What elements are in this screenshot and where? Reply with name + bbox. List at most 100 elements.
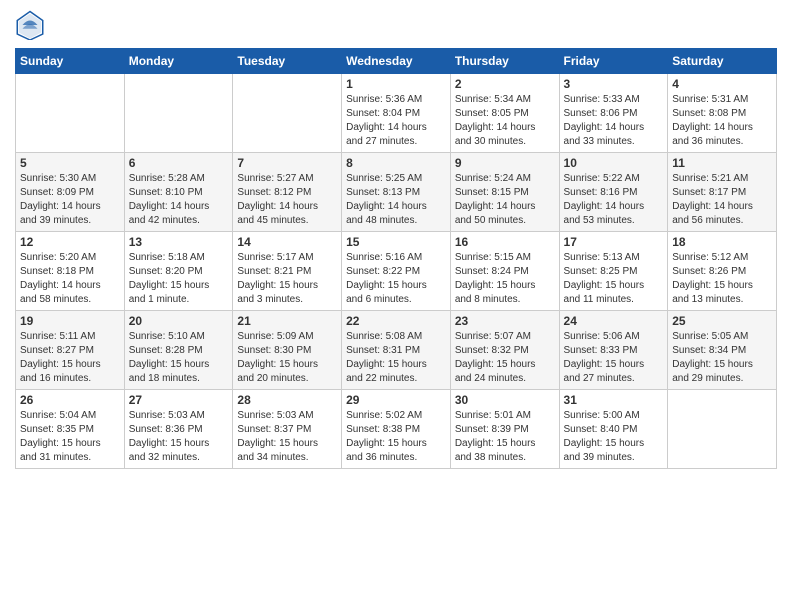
day-info: Sunrise: 5:33 AM Sunset: 8:06 PM Dayligh… <box>564 93 664 149</box>
day-number: 16 <box>455 235 555 249</box>
day-number: 27 <box>129 393 229 407</box>
calendar-cell: 9 Sunrise: 5:24 AM Sunset: 8:15 PM Daylig… <box>450 153 559 232</box>
calendar-cell: 1 Sunrise: 5:36 AM Sunset: 8:04 PM Daylig… <box>342 74 451 153</box>
day-info: Sunrise: 5:12 AM Sunset: 8:26 PM Dayligh… <box>672 251 772 307</box>
weekday-header-wednesday: Wednesday <box>342 49 451 74</box>
day-info: Sunrise: 5:24 AM Sunset: 8:15 PM Dayligh… <box>455 172 555 228</box>
calendar-cell <box>233 74 342 153</box>
day-number: 3 <box>564 77 664 91</box>
calendar-cell: 6 Sunrise: 5:28 AM Sunset: 8:10 PM Daylig… <box>124 153 233 232</box>
calendar-cell: 23 Sunrise: 5:07 AM Sunset: 8:32 PM Dayli… <box>450 311 559 390</box>
day-info: Sunrise: 5:20 AM Sunset: 8:18 PM Dayligh… <box>20 251 120 307</box>
calendar-cell: 27 Sunrise: 5:03 AM Sunset: 8:36 PM Dayli… <box>124 390 233 469</box>
calendar-cell: 3 Sunrise: 5:33 AM Sunset: 8:06 PM Daylig… <box>559 74 668 153</box>
weekday-header-sunday: Sunday <box>16 49 125 74</box>
day-number: 21 <box>237 314 337 328</box>
calendar-week-row: 1 Sunrise: 5:36 AM Sunset: 8:04 PM Daylig… <box>16 74 777 153</box>
calendar-cell: 11Sunrise: 5:21 AM Sunset: 8:17 PM Dayli… <box>668 153 777 232</box>
day-number: 13 <box>129 235 229 249</box>
calendar-cell: 26 Sunrise: 5:04 AM Sunset: 8:35 PM Dayli… <box>16 390 125 469</box>
day-info: Sunrise: 5:31 AM Sunset: 8:08 PM Dayligh… <box>672 93 772 149</box>
day-info: Sunrise: 5:36 AM Sunset: 8:04 PM Dayligh… <box>346 93 446 149</box>
calendar-week-row: 5Sunrise: 5:30 AM Sunset: 8:09 PM Daylig… <box>16 153 777 232</box>
calendar-cell: 22 Sunrise: 5:08 AM Sunset: 8:31 PM Dayli… <box>342 311 451 390</box>
day-number: 30 <box>455 393 555 407</box>
day-info: Sunrise: 5:28 AM Sunset: 8:10 PM Dayligh… <box>129 172 229 228</box>
day-info: Sunrise: 5:08 AM Sunset: 8:31 PM Dayligh… <box>346 330 446 386</box>
day-number: 6 <box>129 156 229 170</box>
calendar-cell: 10 Sunrise: 5:22 AM Sunset: 8:16 PM Dayli… <box>559 153 668 232</box>
day-info: Sunrise: 5:22 AM Sunset: 8:16 PM Dayligh… <box>564 172 664 228</box>
day-info: Sunrise: 5:17 AM Sunset: 8:21 PM Dayligh… <box>237 251 337 307</box>
calendar-cell: 18 Sunrise: 5:12 AM Sunset: 8:26 PM Dayli… <box>668 232 777 311</box>
calendar-cell: 15 Sunrise: 5:16 AM Sunset: 8:22 PM Dayli… <box>342 232 451 311</box>
day-number: 20 <box>129 314 229 328</box>
calendar-cell: 4Sunrise: 5:31 AM Sunset: 8:08 PM Daylig… <box>668 74 777 153</box>
day-number: 15 <box>346 235 446 249</box>
day-info: Sunrise: 5:01 AM Sunset: 8:39 PM Dayligh… <box>455 409 555 465</box>
calendar-cell: 21 Sunrise: 5:09 AM Sunset: 8:30 PM Dayli… <box>233 311 342 390</box>
calendar-cell: 20 Sunrise: 5:10 AM Sunset: 8:28 PM Dayli… <box>124 311 233 390</box>
day-number: 19 <box>20 314 120 328</box>
calendar-cell: 14 Sunrise: 5:17 AM Sunset: 8:21 PM Dayli… <box>233 232 342 311</box>
weekday-header-monday: Monday <box>124 49 233 74</box>
calendar-cell: 17 Sunrise: 5:13 AM Sunset: 8:25 PM Dayli… <box>559 232 668 311</box>
day-number: 28 <box>237 393 337 407</box>
day-info: Sunrise: 5:07 AM Sunset: 8:32 PM Dayligh… <box>455 330 555 386</box>
calendar-cell <box>16 74 125 153</box>
day-info: Sunrise: 5:11 AM Sunset: 8:27 PM Dayligh… <box>20 330 120 386</box>
day-info: Sunrise: 5:05 AM Sunset: 8:34 PM Dayligh… <box>672 330 772 386</box>
day-number: 1 <box>346 77 446 91</box>
day-number: 17 <box>564 235 664 249</box>
calendar-week-row: 26 Sunrise: 5:04 AM Sunset: 8:35 PM Dayli… <box>16 390 777 469</box>
logo-icon <box>15 10 45 40</box>
day-info: Sunrise: 5:10 AM Sunset: 8:28 PM Dayligh… <box>129 330 229 386</box>
day-info: Sunrise: 5:16 AM Sunset: 8:22 PM Dayligh… <box>346 251 446 307</box>
weekday-header-row: SundayMondayTuesdayWednesdayThursdayFrid… <box>16 49 777 74</box>
weekday-header-saturday: Saturday <box>668 49 777 74</box>
day-number: 23 <box>455 314 555 328</box>
day-info: Sunrise: 5:21 AM Sunset: 8:17 PM Dayligh… <box>672 172 772 228</box>
calendar-week-row: 19 Sunrise: 5:11 AM Sunset: 8:27 PM Dayli… <box>16 311 777 390</box>
day-info: Sunrise: 5:18 AM Sunset: 8:20 PM Dayligh… <box>129 251 229 307</box>
day-number: 25 <box>672 314 772 328</box>
calendar-cell <box>124 74 233 153</box>
calendar-cell: 13 Sunrise: 5:18 AM Sunset: 8:20 PM Dayli… <box>124 232 233 311</box>
calendar-cell: 29 Sunrise: 5:02 AM Sunset: 8:38 PM Dayli… <box>342 390 451 469</box>
day-number: 18 <box>672 235 772 249</box>
calendar-cell: 7Sunrise: 5:27 AM Sunset: 8:12 PM Daylig… <box>233 153 342 232</box>
day-number: 22 <box>346 314 446 328</box>
calendar-cell: 19 Sunrise: 5:11 AM Sunset: 8:27 PM Dayli… <box>16 311 125 390</box>
day-number: 29 <box>346 393 446 407</box>
day-info: Sunrise: 5:02 AM Sunset: 8:38 PM Dayligh… <box>346 409 446 465</box>
calendar-week-row: 12 Sunrise: 5:20 AM Sunset: 8:18 PM Dayli… <box>16 232 777 311</box>
weekday-header-tuesday: Tuesday <box>233 49 342 74</box>
day-number: 5 <box>20 156 120 170</box>
day-number: 10 <box>564 156 664 170</box>
day-number: 26 <box>20 393 120 407</box>
calendar-cell: 2Sunrise: 5:34 AM Sunset: 8:05 PM Daylig… <box>450 74 559 153</box>
day-number: 8 <box>346 156 446 170</box>
day-info: Sunrise: 5:15 AM Sunset: 8:24 PM Dayligh… <box>455 251 555 307</box>
day-number: 9 <box>455 156 555 170</box>
day-number: 2 <box>455 77 555 91</box>
day-info: Sunrise: 5:09 AM Sunset: 8:30 PM Dayligh… <box>237 330 337 386</box>
weekday-header-thursday: Thursday <box>450 49 559 74</box>
day-number: 31 <box>564 393 664 407</box>
day-info: Sunrise: 5:04 AM Sunset: 8:35 PM Dayligh… <box>20 409 120 465</box>
day-info: Sunrise: 5:13 AM Sunset: 8:25 PM Dayligh… <box>564 251 664 307</box>
calendar-cell: 31Sunrise: 5:00 AM Sunset: 8:40 PM Dayli… <box>559 390 668 469</box>
day-number: 14 <box>237 235 337 249</box>
calendar-cell: 30 Sunrise: 5:01 AM Sunset: 8:39 PM Dayli… <box>450 390 559 469</box>
day-info: Sunrise: 5:03 AM Sunset: 8:36 PM Dayligh… <box>129 409 229 465</box>
calendar-cell: 24Sunrise: 5:06 AM Sunset: 8:33 PM Dayli… <box>559 311 668 390</box>
day-info: Sunrise: 5:06 AM Sunset: 8:33 PM Dayligh… <box>564 330 664 386</box>
calendar-cell: 5Sunrise: 5:30 AM Sunset: 8:09 PM Daylig… <box>16 153 125 232</box>
weekday-header-friday: Friday <box>559 49 668 74</box>
calendar-cell: 28 Sunrise: 5:03 AM Sunset: 8:37 PM Dayli… <box>233 390 342 469</box>
day-info: Sunrise: 5:03 AM Sunset: 8:37 PM Dayligh… <box>237 409 337 465</box>
calendar-cell: 16 Sunrise: 5:15 AM Sunset: 8:24 PM Dayli… <box>450 232 559 311</box>
day-number: 12 <box>20 235 120 249</box>
calendar-cell: 12 Sunrise: 5:20 AM Sunset: 8:18 PM Dayli… <box>16 232 125 311</box>
page-header <box>15 10 777 40</box>
